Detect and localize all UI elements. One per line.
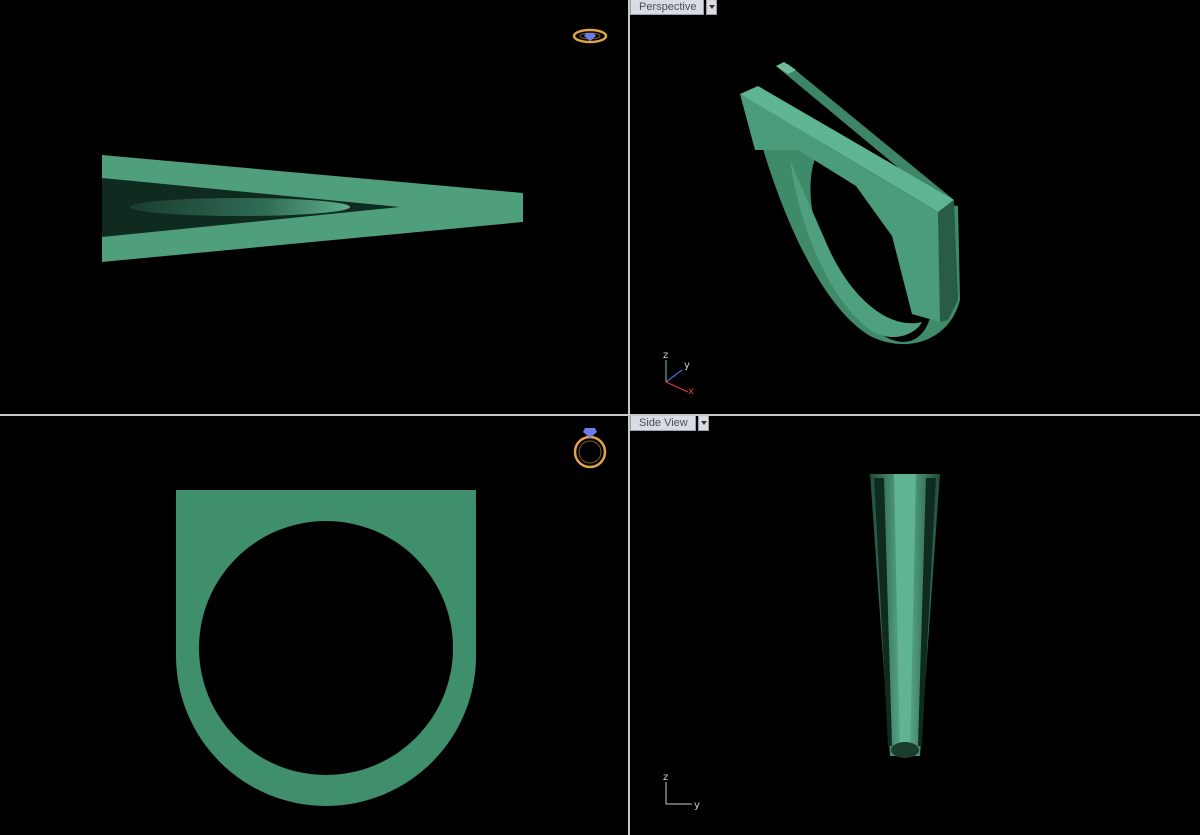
side-view-canvas: z y — [663, 474, 940, 811]
axis-y-label: y — [684, 360, 690, 371]
viewport-front[interactable] — [0, 416, 628, 835]
viewport-top[interactable] — [0, 0, 628, 414]
ring-preview-icon[interactable] — [572, 28, 608, 44]
viewport-side[interactable]: Side View z y — [630, 416, 1200, 835]
ring-perspective-view[interactable] — [740, 62, 960, 359]
viewport-perspective[interactable]: Perspective z y x — [630, 0, 1200, 414]
axis-z-label: z — [663, 350, 668, 361]
axis-z-label: z — [663, 772, 668, 783]
axis-gizmo: z y — [663, 772, 700, 811]
ring-top-view[interactable] — [102, 155, 523, 262]
front-view-canvas — [176, 428, 607, 806]
axis-y-label: y — [694, 800, 700, 811]
top-view-canvas — [102, 28, 608, 262]
axis-x-label: x — [688, 386, 694, 397]
ring-front-view[interactable] — [176, 490, 476, 806]
viewport-splitter-horizontal[interactable] — [0, 414, 1200, 416]
ring-preview-icon[interactable] — [573, 428, 607, 469]
ring-side-view[interactable] — [870, 474, 940, 758]
viewport-splitter-vertical[interactable] — [628, 0, 630, 835]
perspective-view-canvas: z y x — [663, 62, 960, 397]
axis-gizmo: z y x — [663, 350, 694, 397]
